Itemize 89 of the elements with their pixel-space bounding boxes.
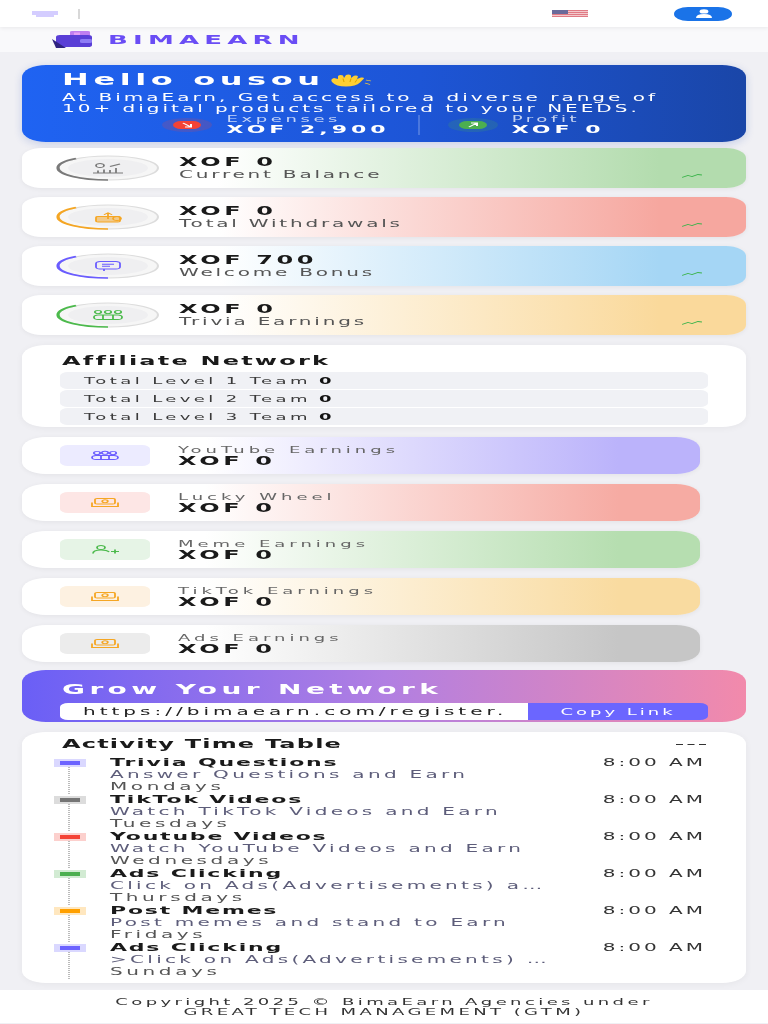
earnings-label: Meme Earnings	[178, 538, 370, 549]
balance-amount: XOF 700	[179, 254, 319, 266]
more-icon[interactable]	[676, 742, 706, 746]
activity-title: TikTok Videos	[110, 794, 305, 806]
team-label: Total Level 2 Team	[84, 393, 311, 404]
team-label: Total Level 1 Team	[84, 375, 311, 386]
activity-title: Youtube Videos	[110, 831, 329, 843]
cash-icon	[60, 492, 150, 513]
people-icon	[60, 445, 150, 466]
user-plus-icon	[60, 539, 150, 560]
activity-description: Post memes and stand to Earn	[110, 917, 511, 929]
stat-label: Profit	[511, 115, 582, 124]
activity-day: Tuesdays	[110, 817, 603, 829]
trend-icon	[681, 272, 701, 276]
earnings-label: TikTok Earnings	[178, 585, 378, 596]
user-icon	[695, 9, 711, 18]
earnings-amount: XOF 0	[178, 548, 276, 561]
balance-card[interactable]: XOF 0 Current Balance	[22, 148, 745, 188]
team-count: 0	[318, 375, 335, 386]
earnings-card[interactable]: TikTok Earnings XOF 0	[22, 578, 700, 615]
earnings-card[interactable]: Lucky Wheel XOF 0	[22, 484, 700, 521]
people-icon	[55, 302, 159, 328]
balance-label: Total Withdrawals	[179, 219, 403, 229]
earnings-label: Ads Earnings	[178, 632, 343, 643]
balance-amount: XOF 0	[179, 156, 278, 168]
balance-card[interactable]: XOF 700 Welcome Bonus	[22, 246, 745, 286]
hand-icon	[328, 73, 373, 87]
activity-time: 8:00 AM	[602, 831, 706, 843]
activity-time: 8:00 AM	[602, 794, 706, 806]
stat-label: Expenses	[226, 115, 343, 124]
team-count: 0	[318, 393, 335, 404]
section-title: Activity Time Table	[62, 738, 343, 750]
wallet-icon	[52, 31, 94, 48]
activity-time: 8:00 AM	[602, 757, 706, 769]
copy-link-button[interactable]: Copy Link	[528, 703, 708, 720]
balance-label: Trivia Earnings	[179, 317, 367, 327]
trend-icon	[681, 321, 701, 325]
message-icon	[55, 253, 159, 279]
activity-title: Post Memes	[110, 905, 280, 917]
activity-day: Sundays	[110, 965, 603, 977]
flag-icon[interactable]	[552, 10, 588, 17]
activity-description: Answer Questions and Earn	[110, 769, 470, 781]
activity-day: Mondays	[110, 780, 603, 792]
link-field[interactable]: https://bimaearn.com/register.	[59, 703, 528, 720]
earnings-amount: XOF 0	[178, 595, 276, 608]
activity-description: Watch YouTube Videos and Earn	[110, 843, 526, 855]
activity-time: 8:00 AM	[602, 905, 706, 917]
earnings-label: Lucky Wheel	[178, 491, 336, 502]
trend-icon	[681, 174, 701, 178]
stat-value: XOF 2,900	[226, 124, 390, 135]
activity-description: Click on Ads(Advertisements) a…	[110, 880, 547, 892]
section-title: Affiliate Network	[62, 355, 331, 367]
balance-card[interactable]: XOF 0 Trivia Earnings	[22, 295, 745, 335]
activity-time: 8:00 AM	[602, 868, 706, 880]
bar-chart-icon	[55, 155, 159, 181]
activity-title: Ads Clicking	[110, 868, 284, 880]
earnings-amount: XOF 0	[178, 454, 277, 467]
brand-name: BIMAEARN	[108, 33, 305, 46]
cash-icon	[60, 633, 150, 654]
trend-icon	[681, 223, 701, 227]
activity-day: Fridays	[110, 928, 603, 940]
profile-button[interactable]	[674, 6, 732, 21]
balance-label: Current Balance	[179, 170, 383, 180]
earnings-card[interactable]: YouTube Earnings XOF 0	[22, 437, 700, 474]
activity-description: Watch TikTok Videos and Earn	[110, 806, 502, 818]
greeting-title: Hello ousou	[62, 72, 325, 88]
greeting-text: At BimaEarn, Get access to a diverse range of 10+ digital products tailored to your NEEDS.	[62, 92, 659, 114]
activity-description: >Click on Ads(Advertisements) …	[110, 954, 551, 966]
balance-amount: XOF 0	[179, 303, 278, 315]
earnings-card[interactable]: Meme Earnings XOF 0	[22, 531, 700, 568]
activity-title: Trivia Questions	[110, 757, 340, 769]
balance-label: Welcome Bonus	[179, 268, 375, 278]
earnings-amount: XOF 0	[178, 642, 276, 655]
earnings-label: YouTube Earnings	[178, 444, 400, 455]
balance-amount: XOF 0	[179, 205, 278, 217]
copyright-text: Copyright 2025 © BimaEarn Agencies under GREAT TECH MANAGEMENT (GTM)	[114, 996, 654, 1017]
earnings-amount: XOF 0	[178, 501, 277, 514]
activity-day: Wednesdays	[110, 854, 603, 866]
invite-title: Grow Your Network	[62, 683, 443, 696]
activity-day: Thursdays	[110, 891, 603, 903]
cash-icon	[60, 586, 150, 607]
stat-value: XOF 0	[511, 124, 605, 135]
team-label: Total Level 3 Team	[84, 411, 311, 422]
activity-title: Ads Clicking	[110, 942, 284, 954]
earnings-card[interactable]: Ads Earnings XOF 0	[22, 625, 700, 662]
balance-card[interactable]: XOF 0 Total Withdrawals	[22, 197, 745, 237]
team-count: 0	[318, 411, 335, 422]
box-icon	[55, 204, 159, 230]
activity-time: 8:00 AM	[602, 942, 706, 954]
